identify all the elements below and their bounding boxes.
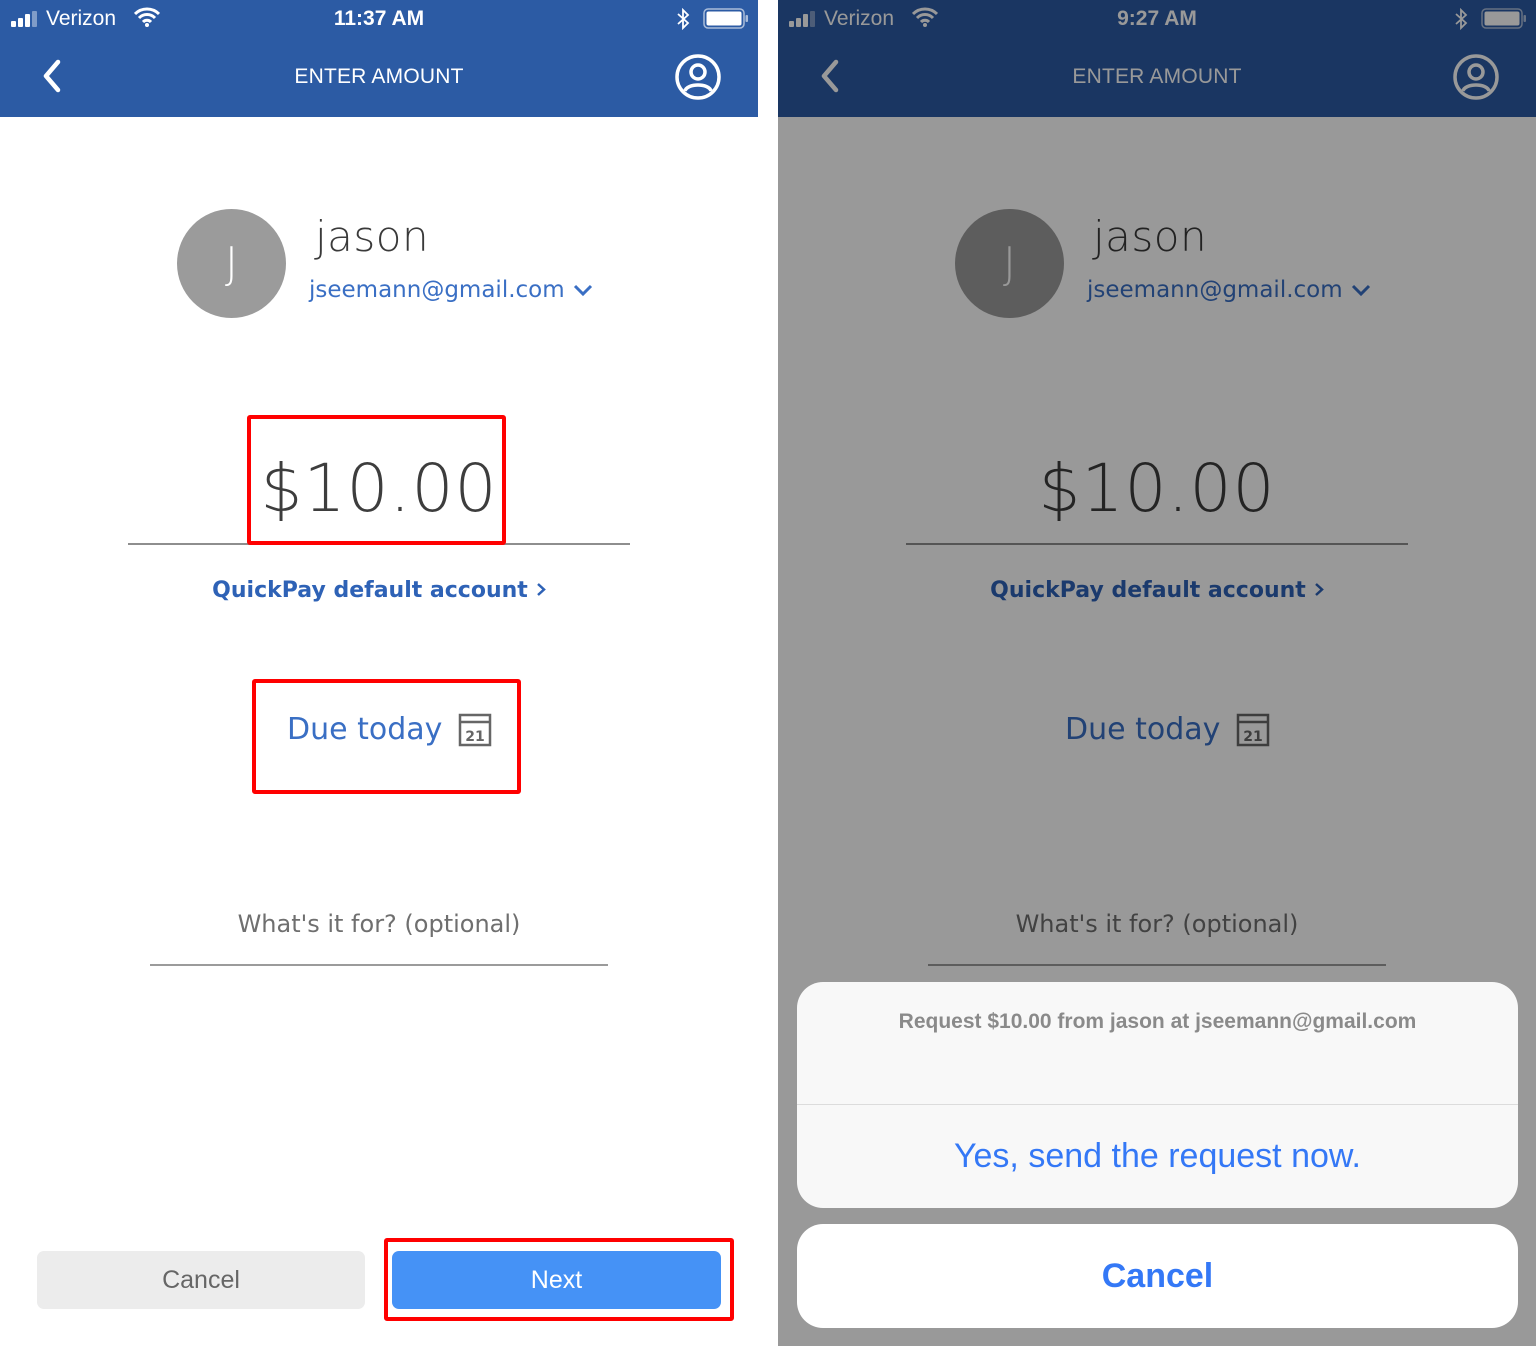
phone-screen-confirm-request: Verizon 9:27 AM ENTER AMOUNT J jason jse… (778, 0, 1536, 1346)
action-sheet-cancel-button[interactable]: Cancel (797, 1224, 1518, 1328)
memo-input[interactable]: What's it for? (optional) (150, 900, 608, 966)
amount-value[interactable]: $10.00 (128, 450, 630, 527)
status-bar: Verizon 11:37 AM (0, 0, 758, 40)
profile-icon[interactable] (674, 53, 722, 101)
due-date-label: Due today (287, 712, 443, 747)
memo-placeholder: What's it for? (optional) (237, 910, 521, 938)
avatar: J (177, 209, 286, 318)
battery-icon (703, 8, 748, 29)
cancel-button[interactable]: Cancel (37, 1251, 365, 1309)
nav-bar: ENTER AMOUNT (0, 40, 758, 117)
account-selector-link[interactable]: QuickPay default account (0, 578, 758, 603)
payee-email: jseemann@gmail.com (309, 277, 565, 303)
page-title: ENTER AMOUNT (294, 65, 464, 88)
amount-underline (128, 543, 630, 545)
memo-underline (150, 964, 608, 966)
status-time: 11:37 AM (333, 7, 425, 30)
confirm-send-request-button[interactable]: Yes, send the request now. (797, 1105, 1518, 1208)
svg-text:21: 21 (466, 729, 485, 745)
account-label: QuickPay default account (212, 578, 528, 603)
bluetooth-icon (677, 8, 690, 30)
next-button[interactable]: Next (392, 1251, 721, 1309)
phone-screen-enter-amount: Verizon 11:37 AM ENTER AMOUNT J jason js… (0, 0, 758, 1346)
due-date-selector[interactable]: Due today 21 (287, 712, 492, 747)
header: Verizon 11:37 AM ENTER AMOUNT (0, 0, 758, 117)
chevron-right-icon (536, 582, 546, 596)
calendar-icon: 21 (459, 713, 492, 746)
action-sheet: Request $10.00 from jason at jseemann@gm… (797, 982, 1518, 1208)
payee-email-selector[interactable]: jseemann@gmail.com (309, 277, 593, 303)
chevron-down-icon (573, 284, 592, 297)
action-sheet-message: Request $10.00 from jason at jseemann@gm… (898, 1010, 1417, 1033)
payee-name: jason (315, 212, 430, 261)
amount-field[interactable]: $10.00 (128, 440, 630, 545)
